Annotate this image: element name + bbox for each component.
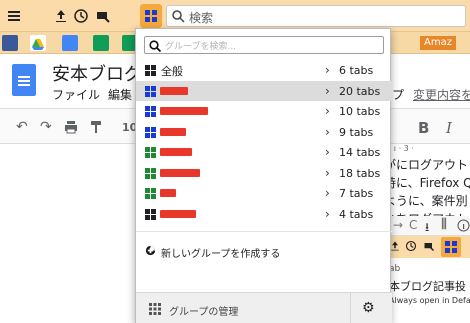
menu-icon[interactable]: [6, 8, 22, 24]
group-row[interactable]: › 10 tabs: [136, 101, 392, 121]
manage-groups-label: グループの管理: [169, 307, 239, 318]
group-row[interactable]: › 18 tabs: [136, 163, 392, 183]
secondary-nav-bar: → C ⭳ ⫼: [385, 216, 470, 236]
group-color-icon: [145, 65, 156, 76]
drive-bookmark-icon[interactable]: [30, 35, 46, 51]
sheets-bookmark-icon[interactable]: [93, 35, 109, 51]
group-tab-count: 10 tabs: [339, 105, 381, 118]
group-color-icon: [145, 167, 156, 179]
manage-groups-button[interactable]: グループの管理: [149, 301, 363, 318]
group-row[interactable]: › 7 tabs: [136, 183, 392, 203]
info-icon[interactable]: [457, 219, 470, 232]
chevron-right-icon: ›: [325, 145, 330, 159]
group-color-icon: [145, 126, 156, 138]
redo-icon[interactable]: ↷: [40, 119, 52, 135]
clock-icon[interactable]: [73, 8, 89, 24]
menu-file[interactable]: ファイル: [52, 86, 100, 103]
footer-separator: [350, 293, 351, 323]
group-name-redacted: [160, 127, 186, 136]
group-name-redacted: [160, 168, 200, 177]
group-tab-count: 20 tabs: [339, 84, 381, 98]
tab-groups-icon: [445, 241, 457, 253]
secondary-title: 本ブログ記事投: [389, 280, 466, 293]
url-bar[interactable]: 検索: [166, 5, 466, 27]
group-color-icon: [145, 208, 156, 220]
paint-format-icon[interactable]: [90, 120, 102, 134]
search-icon: [172, 10, 185, 23]
group-row[interactable]: › 14 tabs: [136, 142, 392, 162]
amazon-bookmark[interactable]: Amaz: [420, 36, 456, 50]
group-name-redacted: [160, 86, 188, 95]
docs-bookmark-icon[interactable]: [62, 35, 78, 51]
group-color-icon: [145, 106, 156, 117]
group-row[interactable]: › 9 tabs: [136, 122, 392, 142]
bold-icon[interactable]: B: [418, 119, 429, 137]
group-name: 全般: [161, 65, 183, 78]
group-row[interactable]: › 4 tabs: [136, 204, 392, 224]
save-icon[interactable]: [53, 8, 69, 24]
search-placeholder: グループを検索...: [165, 42, 237, 52]
chevron-right-icon: ›: [325, 165, 330, 180]
group-tab-count: 18 tabs: [339, 166, 381, 180]
group-tab-count: 7 tabs: [339, 187, 374, 200]
group-row[interactable]: › 20 tabs: [136, 80, 392, 101]
doc-text-line: 時に、Firefox Q: [384, 176, 470, 190]
chevron-right-icon: ›: [325, 186, 330, 200]
drive-icon: [32, 39, 44, 50]
group-tab-count: 9 tabs: [339, 125, 374, 139]
search-icon: [149, 40, 161, 52]
menu-right-partial[interactable]: プ: [392, 86, 404, 103]
settings-gear-icon[interactable]: ⚙: [362, 300, 375, 316]
new-group-icon: [145, 245, 156, 256]
group-color-icon: [145, 188, 156, 199]
chevron-right-icon: ›: [325, 63, 330, 77]
group-row[interactable]: 全般 › 6 tabs: [136, 60, 392, 80]
reload-icon[interactable]: C: [409, 218, 417, 232]
chevron-right-icon: ›: [325, 83, 330, 98]
new-group-button[interactable]: 新しいグループを作成する: [136, 241, 392, 261]
library-icon[interactable]: ⫼: [441, 217, 447, 232]
group-name-redacted: [160, 189, 176, 197]
group-tab-count: 14 tabs: [339, 146, 381, 159]
undo-icon[interactable]: ↶: [16, 119, 28, 135]
tab-groups-button[interactable]: [140, 4, 162, 28]
hide-tab-icon[interactable]: [423, 240, 435, 252]
chevron-right-icon: ›: [325, 124, 330, 139]
divider: [136, 231, 392, 232]
grid-icon: [149, 303, 161, 315]
forward-icon[interactable]: →: [393, 218, 403, 232]
group-tab-count: 4 tabs: [339, 207, 374, 221]
new-group-label: 新しいグループを作成する: [161, 249, 281, 260]
facebook-bookmark-icon[interactable]: [2, 35, 18, 51]
chevron-right-icon: ›: [325, 104, 330, 118]
group-tab-count: 6 tabs: [339, 64, 374, 77]
hide-tab-icon[interactable]: [95, 8, 111, 24]
group-name-redacted: [160, 209, 196, 218]
open-in-default-text: Always open in Default: [389, 296, 470, 305]
panel-footer: グループの管理 ⚙: [136, 292, 392, 323]
tab-groups-button[interactable]: [441, 237, 461, 257]
group-name-redacted: [160, 107, 208, 115]
group-search-input[interactable]: グループを検索...: [144, 36, 384, 54]
docs-logo-icon: [12, 64, 36, 96]
menu-edit[interactable]: 編集: [108, 86, 132, 103]
tab-groups-icon: [145, 10, 157, 22]
url-placeholder: 検索: [189, 11, 214, 25]
clock-icon[interactable]: [405, 240, 417, 252]
chevron-right-icon: ›: [325, 206, 330, 221]
italic-icon[interactable]: I: [446, 119, 452, 137]
group-name-redacted: [160, 148, 192, 156]
group-color-icon: [145, 147, 156, 158]
tab-groups-panel: グループを検索... 全般 › 6 tabs › 20 tabs › 10 tabs › 9 t…: [135, 28, 392, 323]
doc-text-line: ように、案件別: [384, 194, 468, 208]
secondary-toolbar: [385, 236, 470, 258]
group-color-icon: [145, 85, 156, 97]
print-icon[interactable]: [64, 120, 78, 134]
revision-history-link[interactable]: 変更内容を: [413, 86, 470, 103]
secondary-window: → C ⭳ ⫼ ab 本ブログ記事投 Always open in Defaul…: [384, 216, 470, 323]
doc-text-line: がにログアウト: [384, 158, 469, 172]
